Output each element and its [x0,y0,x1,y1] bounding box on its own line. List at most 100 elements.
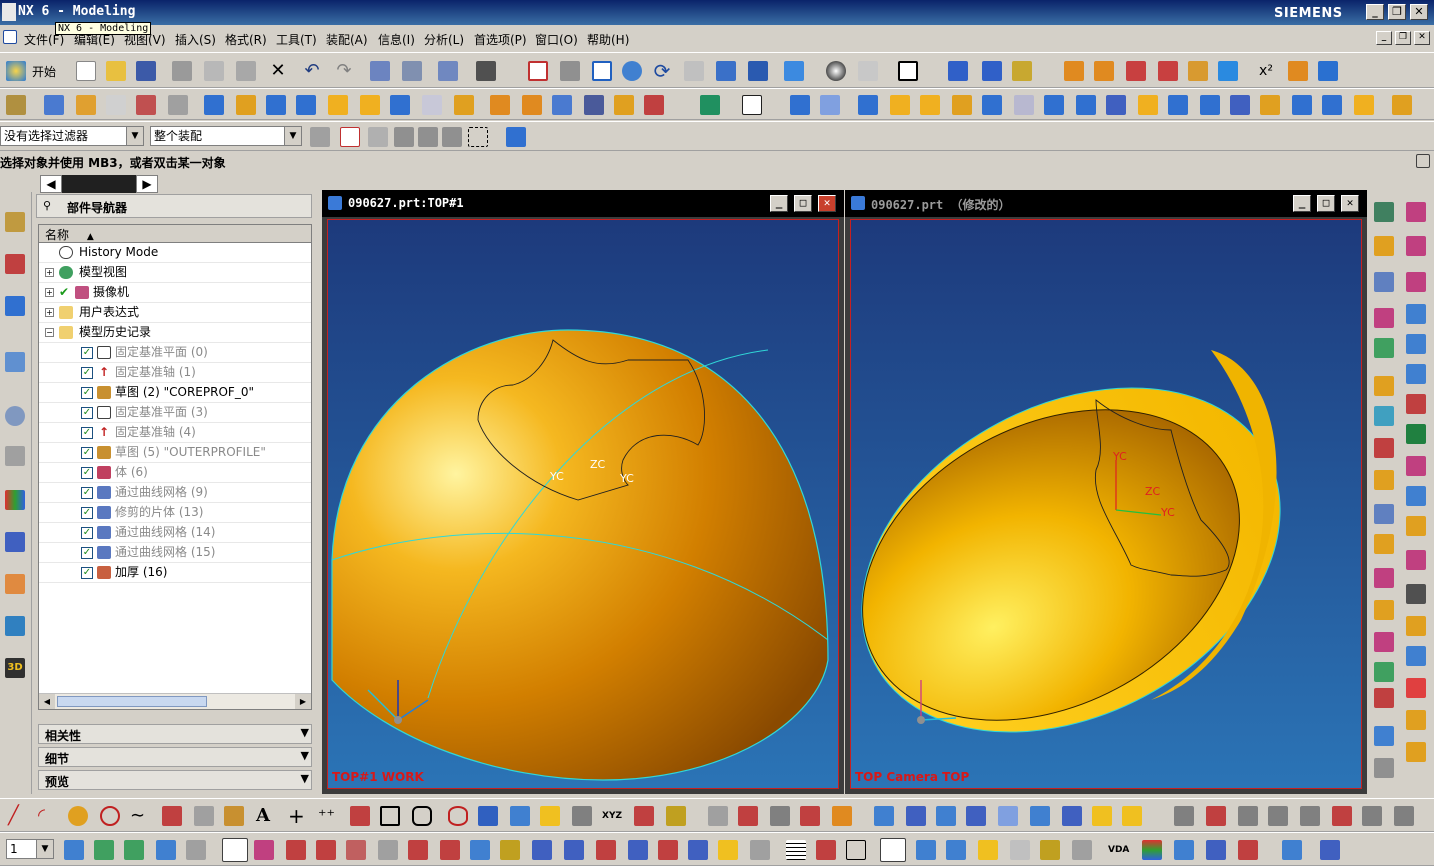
util-icon-d[interactable] [596,840,616,860]
trim-icon[interactable] [644,95,664,115]
menu-format[interactable]: 格式(R) [225,31,267,48]
tree-node-history-mode[interactable]: History Mode [39,243,311,263]
expand-icon[interactable]: + [45,288,54,297]
menu-window[interactable]: 窗口(O) [535,31,578,48]
layer-settings-icon[interactable] [64,840,84,860]
cue-line-toggle-icon[interactable] [1416,154,1430,168]
viewport-work[interactable]: 090627.prt:TOP#1 _ □ ✕ YC ZC YC TOP#1 WO… [322,190,844,794]
right-tool-icon[interactable] [1374,406,1394,426]
polygon-icon[interactable] [412,806,432,826]
viewport-minimize-button[interactable]: _ [770,195,788,212]
surface-icon-c[interactable] [1126,61,1146,81]
curve-tool-icon-e[interactable] [666,806,686,826]
util-icon-g[interactable] [688,840,708,860]
wcs-change-yc-icon[interactable] [440,840,460,860]
surface-icon-e[interactable] [1188,61,1208,81]
assembly-navigator-icon[interactable] [5,212,25,232]
curve-tool-icon-g[interactable] [738,806,758,826]
right-tool-icon[interactable] [1374,632,1394,652]
horizontal-scrollbar[interactable]: ◀ ▶ [39,693,311,709]
visibility-checkbox[interactable]: ✓ [81,367,93,379]
layer-category-icon[interactable] [186,840,206,860]
visibility-checkbox[interactable]: ✓ [81,547,93,559]
right-tool-icon[interactable] [1374,376,1394,396]
wcs-icon-c[interactable] [1012,61,1032,81]
menu-insert[interactable]: 插入(S) [175,31,216,48]
pad-icon[interactable] [328,95,348,115]
block-icon-c[interactable] [296,95,316,115]
toolbar-icon-d[interactable] [476,61,496,81]
tree-node-feature[interactable]: ✓ 加厚 (16) [39,563,311,583]
curve-tool-icon-y[interactable] [1332,806,1352,826]
curve-tool-icon-u[interactable] [1206,806,1226,826]
selection-filter-dropdown[interactable]: 没有选择过滤器 ▼ [0,126,144,146]
menu-information[interactable]: 信息(I) [378,31,415,48]
util-icon-n[interactable] [946,840,966,860]
panel-preview[interactable]: 预览 ▼ [38,770,312,790]
tree-node-feature[interactable]: ✓ 草图 (5) "OUTERPROFILE" [39,443,311,463]
constraint-navigator-icon[interactable] [5,254,25,274]
curve-tool-icon-w[interactable] [1268,806,1288,826]
feature-icon-l[interactable] [1138,95,1158,115]
block-icon-b[interactable] [266,95,286,115]
open-folder-icon[interactable] [106,61,126,81]
util-icon-u[interactable] [1206,840,1226,860]
expand-icon[interactable]: + [45,308,54,317]
curve-tool-icon-p[interactable] [1030,806,1050,826]
chevron-right-icon[interactable]: ▶ [136,175,158,193]
right-tool-icon[interactable] [1374,758,1394,778]
doc-minimize-button[interactable]: _ [1376,31,1392,45]
viewport-close-button[interactable]: ✕ [1341,195,1359,212]
feature-icon-s[interactable] [1354,95,1374,115]
tree-node-feature[interactable]: ✓ ↑ 固定基准轴 (1) [39,363,311,383]
visibility-checkbox[interactable]: ✓ [81,387,93,399]
toolbar-icon-a[interactable] [370,61,390,81]
delete-icon[interactable]: ✕ [268,61,288,81]
right-tool-icon[interactable] [1374,308,1394,328]
edge-style-icon[interactable] [858,61,878,81]
util-icon-o[interactable] [978,840,998,860]
sketch-icon[interactable] [6,95,26,115]
feature-icon-j[interactable] [1076,95,1096,115]
minimize-button[interactable]: _ [1366,4,1384,20]
vda-icon[interactable]: VDA [1108,840,1129,860]
selection-icon-a[interactable] [310,127,330,147]
right-tool-icon[interactable] [1406,236,1426,256]
curve-tool-icon-n[interactable] [966,806,986,826]
wcs-rotate-icon[interactable] [286,840,306,860]
reuse-library-icon[interactable] [5,352,25,372]
paste-icon[interactable] [236,61,256,81]
util-icon-m[interactable] [916,840,936,860]
grid-icon[interactable] [786,840,806,860]
viewport-close-button[interactable]: ✕ [818,195,836,212]
right-tool-icon[interactable] [1374,688,1394,708]
right-tool-icon[interactable] [1406,584,1426,604]
selection-icon-b[interactable] [368,127,388,147]
right-tool-icon[interactable] [1406,304,1426,324]
selection-icon-c[interactable] [394,127,414,147]
save-icon[interactable] [136,61,156,81]
right-tool-icon[interactable] [1374,272,1394,292]
fillet-curve-icon[interactable] [350,806,370,826]
surface-icon-f[interactable] [1218,61,1238,81]
chamfer-icon[interactable] [522,95,542,115]
snap-icon[interactable] [340,127,360,147]
curve-tool-icon-m[interactable] [936,806,956,826]
tree-node-feature[interactable]: ✓ 通过曲线网格 (14) [39,523,311,543]
util-icon-q[interactable] [1040,840,1060,860]
work-layer-dropdown[interactable]: 1 ▼ [6,839,54,859]
zoom-icon[interactable] [622,61,642,81]
menu-analysis[interactable]: 分析(L) [424,31,464,48]
util-icon-r[interactable] [1072,840,1092,860]
curve-tool-icon-t[interactable] [1174,806,1194,826]
viewport-maximize-button[interactable]: □ [1317,195,1335,212]
cut-icon[interactable] [172,61,192,81]
pan-icon[interactable] [684,61,704,81]
toolbar-icon-c[interactable] [438,61,458,81]
wcs-set-icon[interactable] [346,840,366,860]
right-tool-icon[interactable] [1374,470,1394,490]
tree-node-user-expressions[interactable]: + 用户表达式 [39,303,311,323]
plane-icon[interactable] [742,95,762,115]
right-tool-icon[interactable] [1374,568,1394,588]
feature-icon-f[interactable] [952,95,972,115]
